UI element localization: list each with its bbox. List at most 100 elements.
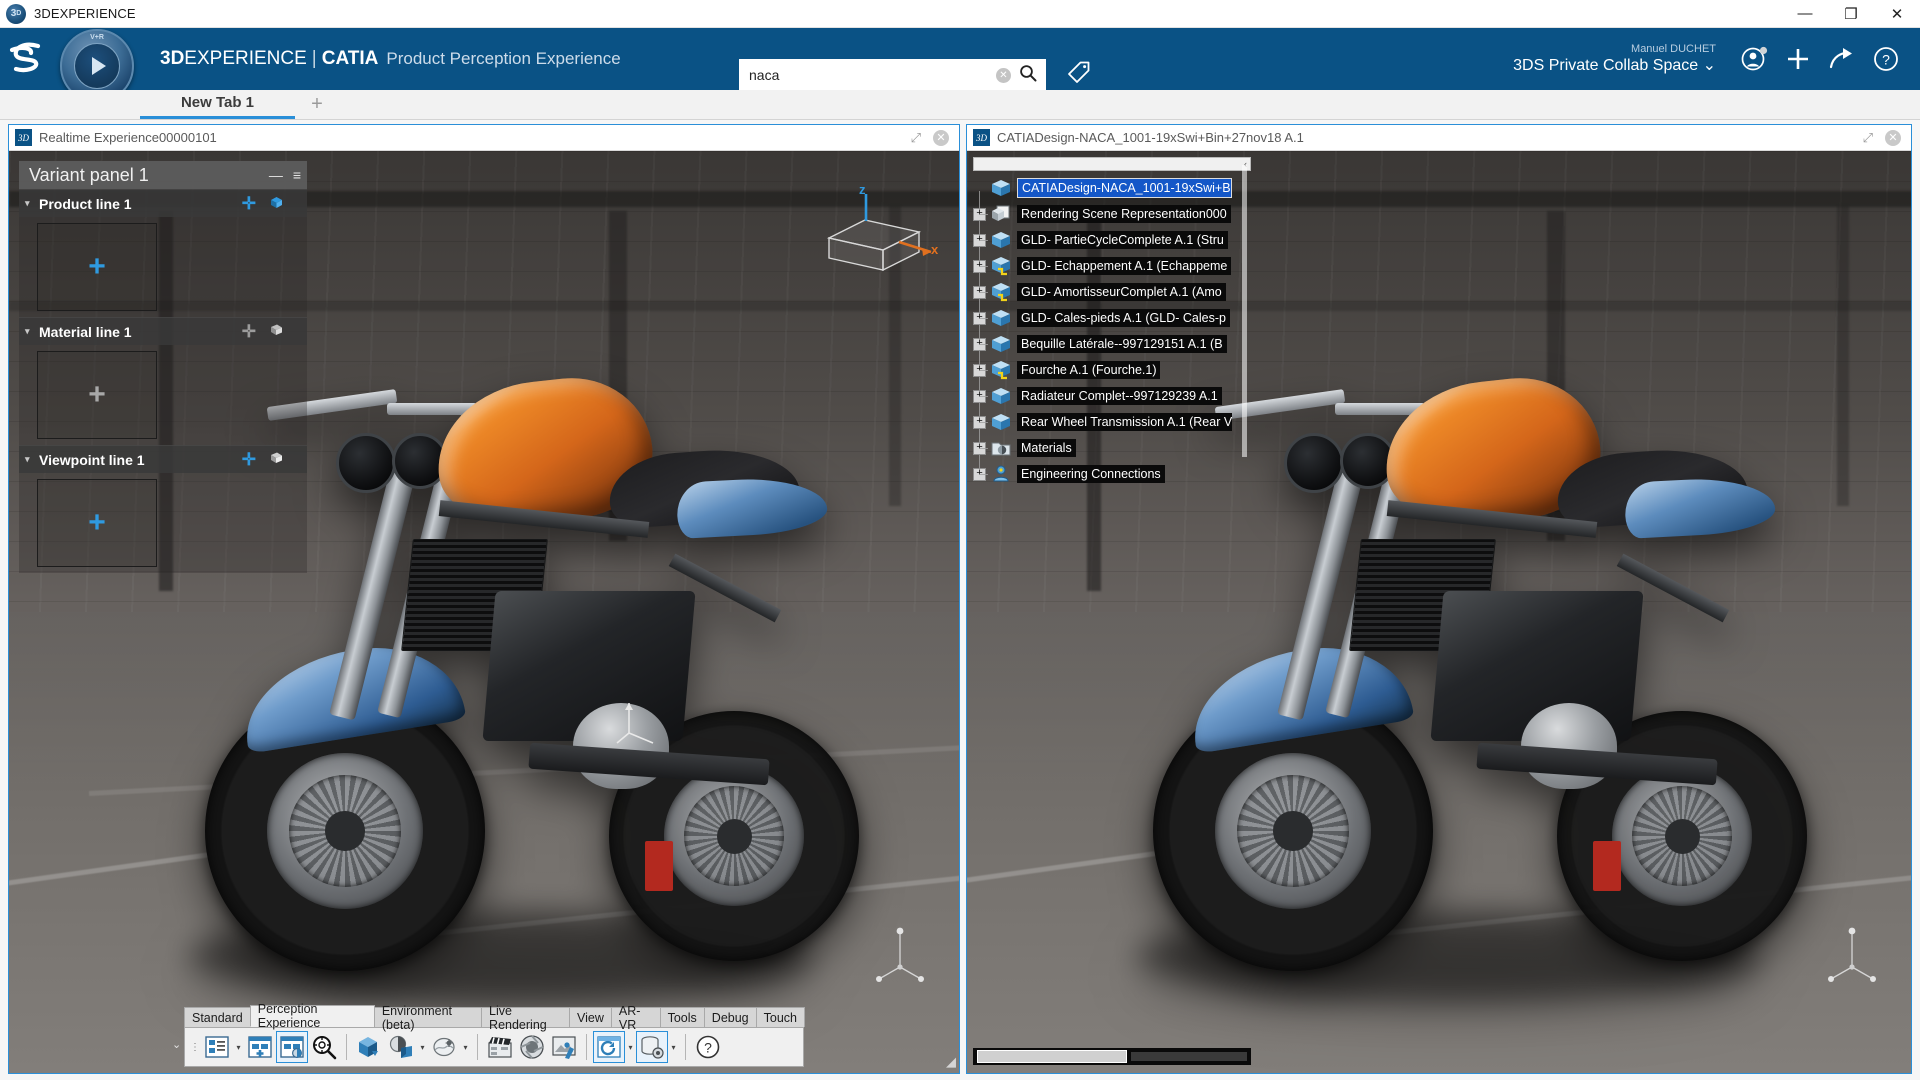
search-icon[interactable] [1019,64,1037,87]
product-swap-icon[interactable] [269,195,284,213]
aperture-icon[interactable] [516,1031,548,1063]
right-window-titlebar: 3D CATIADesign-NACA_1001-19xSwi+Bin+27no… [967,125,1911,151]
clear-icon[interactable]: ✕ [996,67,1011,83]
resize-grip[interactable]: ◢ [946,1054,956,1070]
chevron-down-icon[interactable]: ▾ [25,454,39,465]
menu-icon[interactable]: ≡ [293,167,301,183]
tab-ar-vr[interactable]: AR-VR [610,1004,661,1032]
add-blue-icon[interactable]: ✛ [242,194,256,214]
scrollbar-thumb[interactable] [977,1050,1127,1063]
tab-live-rendering[interactable]: Live Rendering [481,1004,570,1032]
headlamp-left [336,433,396,493]
minimize-button[interactable]: — [1782,0,1828,27]
toolbar-grip[interactable]: ⋮ [189,1033,201,1061]
close-icon[interactable]: ✕ [933,129,949,146]
tree-horizontal-scroll-top[interactable]: ‹ [973,157,1251,171]
svg-text:?: ? [704,1040,712,1056]
view-navigation-compass[interactable] [869,923,931,993]
add-icon[interactable] [1776,37,1820,81]
tree-node-echappement[interactable]: + GLD- Echappement A.1 (Echappeme [973,253,1251,279]
tree-node-amortisseurcomplet[interactable]: + GLD- AmortisseurComplet A.1 (Amo [973,279,1251,305]
help-circle-icon[interactable]: ? [692,1031,724,1063]
tree-vertical-scrollbar[interactable] [1242,165,1247,457]
chevron-down-icon[interactable]: ▾ [625,1031,636,1063]
toolbar-collapse-icon[interactable]: ⌄ [172,1038,181,1051]
right-viewport-3d[interactable]: ‹ CATIADesign-NACA_1001-19xSwi+Bin + [967,151,1911,1073]
add-blue-icon[interactable]: ✛ [242,450,256,470]
user-account-icon[interactable] [1732,37,1776,81]
tree-node-rendering-scene[interactable]: + Rendering Scene Representation000 [973,201,1251,227]
tree-node-rear-wheel-transmission[interactable]: + Rear Wheel Transmission A.1 (Rear V [973,409,1251,435]
share-icon[interactable] [1820,37,1864,81]
tab-touch[interactable]: Touch [755,1007,805,1027]
tab-new-tab-1[interactable]: New Tab 1 [140,89,295,119]
left-viewport-3d[interactable]: z x Variant panel 1 — ≡ ▾ Product line 1… [9,151,959,1073]
tab-tools[interactable]: Tools [659,1007,705,1027]
inspect-magnifier-icon[interactable] [308,1031,340,1063]
action-bar-toolbar: ⋮ ▾ ▾ ▾ ▾ ▾ ? [184,1027,804,1067]
tab-standard[interactable]: Standard [184,1007,251,1027]
refresh-render-icon[interactable] [593,1031,625,1063]
bounding-box-gizmo[interactable]: z x [819,182,939,296]
close-icon[interactable]: ✕ [1885,129,1901,146]
chevron-down-icon[interactable]: ▾ [25,326,39,337]
chevron-down-icon[interactable]: ▾ [668,1031,679,1063]
materials-folder-icon [990,438,1012,458]
tab-perception-experience[interactable]: Perception Experience [249,1002,375,1030]
environment-icon[interactable] [428,1031,460,1063]
add-panel-icon[interactable] [244,1031,276,1063]
add-product-card[interactable]: + [37,223,157,311]
material-apply-icon[interactable] [385,1031,417,1063]
add-grey-icon[interactable]: ✛ [242,322,256,342]
expand-icon[interactable]: ⤢ [911,130,921,146]
search-area: ✕ [739,59,1092,91]
variant-line-material-body: + [19,345,307,445]
tree-node-materials[interactable]: + Materials [973,435,1251,461]
specification-tree[interactable]: ‹ CATIADesign-NACA_1001-19xSwi+Bin + [973,157,1251,487]
chevron-down-icon[interactable]: ▾ [25,198,39,209]
cylinder-settings-icon[interactable] [636,1031,668,1063]
help-icon[interactable]: ? [1864,37,1908,81]
chevron-down-icon[interactable]: ▾ [417,1031,428,1063]
maximize-button[interactable]: ❐ [1828,0,1874,27]
tab-debug[interactable]: Debug [703,1007,757,1027]
tree-horizontal-scrollbar[interactable] [973,1048,1251,1065]
clapperboard-icon[interactable] [484,1031,516,1063]
search-input[interactable] [749,67,996,83]
tag-icon[interactable] [1066,60,1092,91]
variant-line-product[interactable]: ▾ Product line 1 ✛ [19,189,307,217]
material-swap-icon[interactable] [269,323,284,341]
tree-node-cales-pieds[interactable]: + GLD- Cales-pieds A.1 (GLD- Cales-p [973,305,1251,331]
tree-connector [979,214,988,215]
product-insert-icon[interactable] [353,1031,385,1063]
variant-line-viewpoint[interactable]: ▾ Viewpoint line 1 ✛ [19,445,307,473]
collab-space-selector[interactable]: 3DS Private Collab Space ⌄ [1513,56,1716,75]
tab-view[interactable]: View [568,1007,612,1027]
tree-node-fourche[interactable]: + Fourche A.1 (Fourche.1) [973,357,1251,383]
red-accent-part [1593,841,1621,891]
tree-node-root[interactable]: CATIADesign-NACA_1001-19xSwi+Bin [990,175,1251,201]
tree-node-partiecyclecomplete[interactable]: + GLD- PartieCycleComplete A.1 (Stru [973,227,1251,253]
chevron-down-icon[interactable]: ▾ [233,1031,244,1063]
minimize-icon[interactable]: — [269,167,283,183]
user-block[interactable]: Manuel DUCHET 3DS Private Collab Space ⌄ [1513,43,1716,75]
tree-node-radiateur-complet[interactable]: + Radiateur Complet--997129239 A.1 [973,383,1251,409]
edit-panel-icon[interactable] [276,1031,308,1063]
add-viewpoint-card[interactable]: + [37,479,157,567]
tree-node-engineering-connections[interactable]: + Engineering Connections [973,461,1251,487]
chevron-down-icon[interactable]: ▾ [460,1031,471,1063]
search-box[interactable]: ✕ [739,59,1046,91]
variant-panel[interactable]: Variant panel 1 — ≡ ▾ Product line 1 ✛ +… [19,161,307,573]
scrollbar-track[interactable] [1131,1052,1247,1061]
close-button[interactable]: ✕ [1874,0,1920,27]
expand-icon[interactable]: ⤢ [1863,130,1873,146]
image-tool-icon[interactable] [548,1031,580,1063]
tab-environment-beta[interactable]: Environment (beta) [373,1004,483,1032]
add-material-card[interactable]: + [37,351,157,439]
add-tab-button[interactable]: + [295,89,339,119]
variant-line-material[interactable]: ▾ Material line 1 ✛ [19,317,307,345]
view-navigation-compass[interactable] [1821,923,1883,993]
tree-list-icon[interactable] [201,1031,233,1063]
viewpoint-swap-icon[interactable] [269,451,284,469]
tree-node-bequille-laterale[interactable]: + Bequille Latérale--997129151 A.1 (B [973,331,1251,357]
